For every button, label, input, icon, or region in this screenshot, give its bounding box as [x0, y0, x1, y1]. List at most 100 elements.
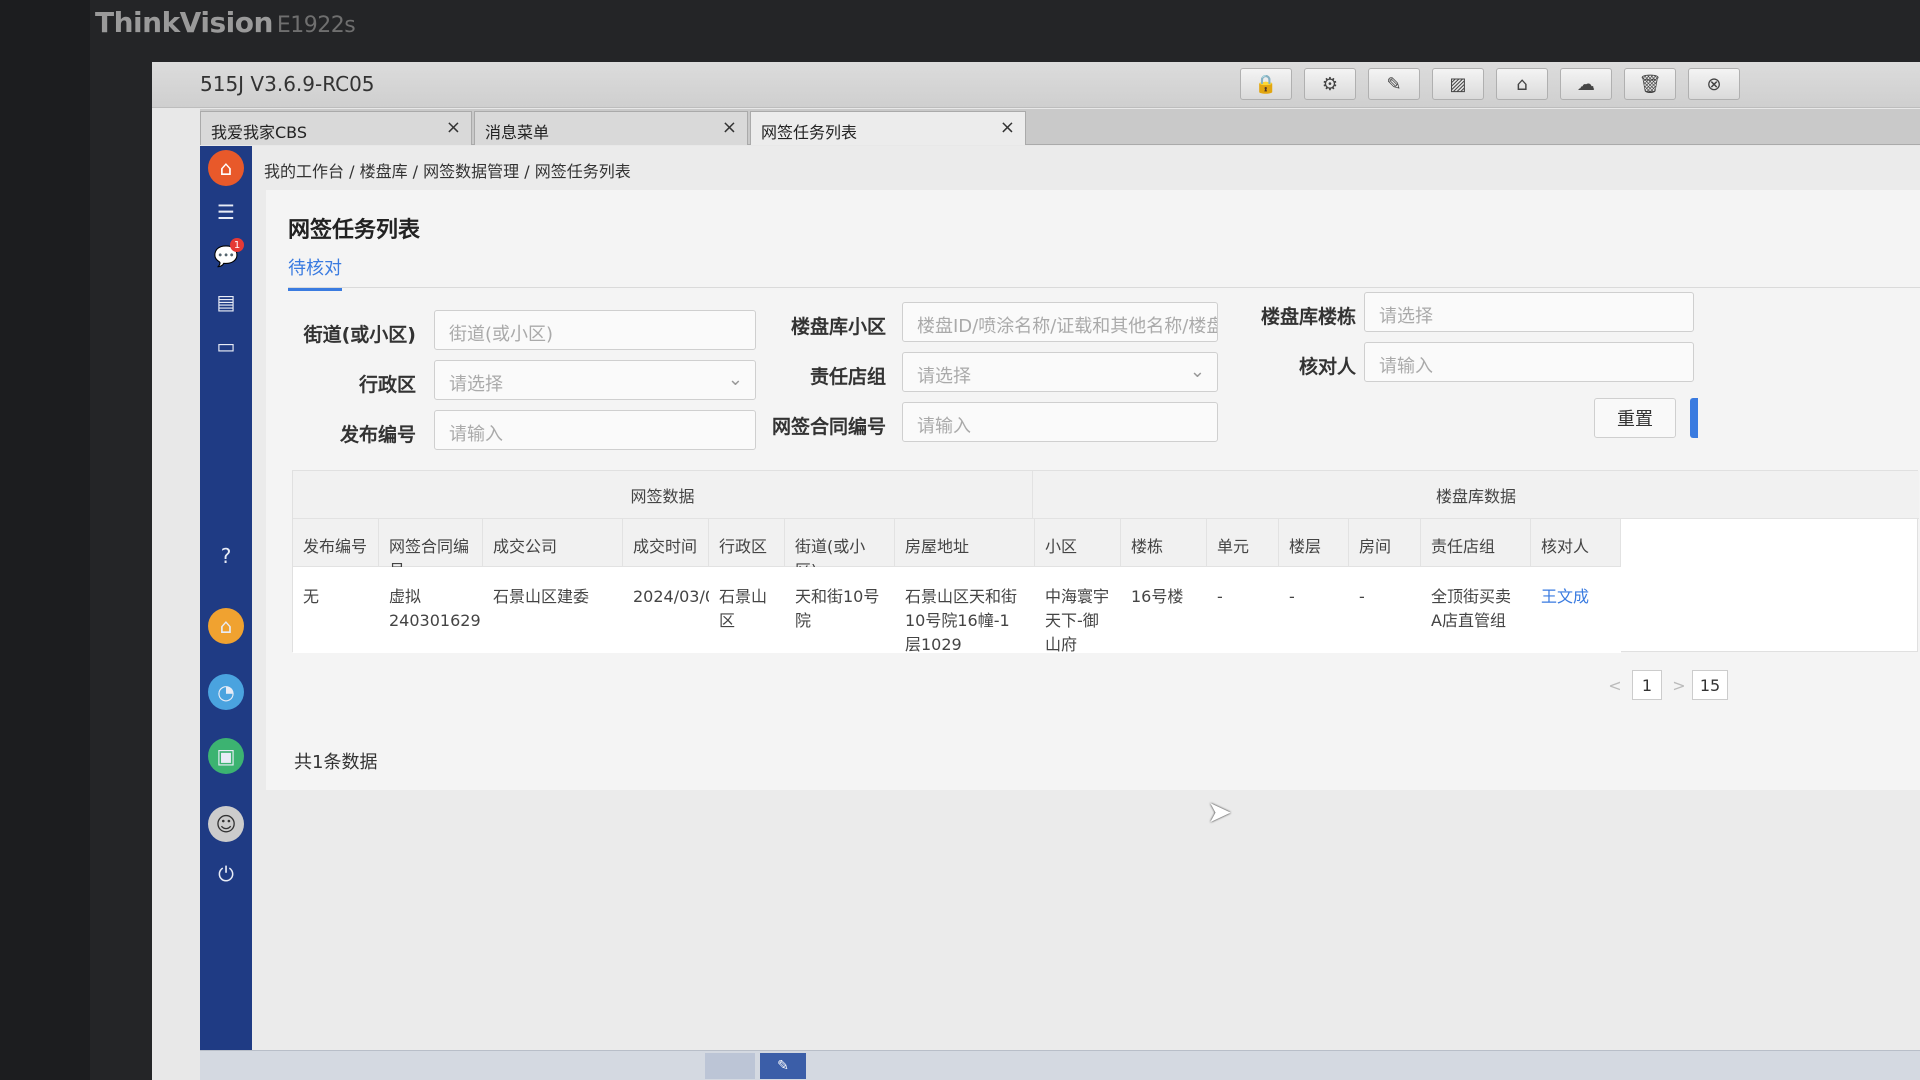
power-icon[interactable]: ⏻: [208, 856, 244, 892]
monitor-brand: ThinkVision E1922s: [95, 6, 356, 39]
window-toolbar: 🔒 ⚙ ✎ ▨ ⌂ ☁ 🗑 ⊗: [1240, 68, 1740, 100]
column-header: 房间: [1349, 519, 1421, 567]
tab-bar: 我爱我家CBS × 消息菜单 × 网签任务列表 ×: [200, 109, 1920, 145]
cloud-icon[interactable]: ☁: [1560, 68, 1612, 100]
avatar-glyph: ☺: [215, 812, 237, 836]
page-title: 网签任务列表: [288, 218, 421, 243]
help-icon[interactable]: ?: [208, 538, 244, 574]
column-header: 街道(或小区): [785, 519, 895, 580]
total-count: 共1条数据: [294, 752, 378, 773]
table-cell: -: [1279, 567, 1349, 653]
breadcrumb: 我的工作台 / 楼盘库 / 网签数据管理 / 网签任务列表: [264, 162, 631, 181]
chevron-down-icon: ⌄: [1189, 361, 1205, 382]
tab-task-list[interactable]: 网签任务列表 ×: [750, 111, 1026, 145]
power-icon-glyph: ⏻: [218, 862, 234, 886]
column-header: 楼层: [1279, 519, 1349, 567]
tab-close-icon[interactable]: ×: [722, 117, 737, 138]
tab-pending-check[interactable]: 待核对: [288, 254, 342, 291]
document-icon[interactable]: ▤: [208, 284, 244, 320]
avatar[interactable]: ☺: [208, 806, 244, 842]
content-panel: 网签任务列表 待核对 街道(或小区) 街道(或小区) 行政区 请选择 ⌄ 发布编号…: [266, 190, 1920, 790]
message-icon[interactable]: 💬 1: [208, 238, 244, 274]
table-cell: 天和街10号院: [785, 567, 895, 653]
contract-label: 网签合同编号: [771, 416, 886, 438]
prev-page-button[interactable]: <: [1600, 670, 1630, 700]
street-label: 街道(或小区): [303, 324, 416, 346]
table-cell: -: [1349, 567, 1421, 653]
monitor-icon-glyph: ▭: [216, 334, 236, 358]
image-icon[interactable]: ▨: [1432, 68, 1484, 100]
screen: 515J V3.6.9-RC05 🔒 ⚙ ✎ ▨ ⌂ ☁ 🗑 ⊗ 我爱我家CBS × 消息菜单 ×…: [152, 62, 1920, 1080]
house-icon-glyph: ⌂: [219, 614, 233, 638]
column-header: 成交时间: [623, 519, 709, 567]
tab-cbs[interactable]: 我爱我家CBS ×: [200, 111, 472, 145]
mouse-cursor-icon: ➤: [1207, 795, 1233, 830]
contract-input[interactable]: 请输入: [902, 402, 1218, 442]
column-header: 核对人: [1531, 519, 1621, 567]
app-icon[interactable]: ▣: [208, 738, 244, 774]
help-icon-glyph: ?: [220, 544, 232, 568]
page-1-button[interactable]: 1: [1632, 670, 1662, 700]
search-button[interactable]: [1690, 398, 1698, 438]
checker-input[interactable]: 请输入: [1364, 342, 1694, 382]
menu-icon-glyph: ☰: [217, 200, 235, 224]
publish-no-label: 发布编号: [339, 424, 416, 446]
sidebar: ⌂ ☰ 💬 1 ▤ ▭? ⌂ ◔ ▣ ☺ ⏻: [200, 146, 252, 1080]
tab-close-icon[interactable]: ×: [1000, 117, 1015, 138]
table-cell[interactable]: 王文成: [1531, 567, 1621, 653]
edit-icon[interactable]: ✎: [1368, 68, 1420, 100]
street-input[interactable]: 街道(或小区): [434, 310, 756, 350]
table-cell: 虚拟240301629: [379, 567, 483, 653]
taskbar-app-icon[interactable]: ✎: [760, 1053, 806, 1079]
store-label: 责任店组: [809, 366, 886, 388]
taskbar-app[interactable]: [705, 1053, 755, 1079]
close-icon[interactable]: ⊗: [1688, 68, 1740, 100]
table-cell: 全顶街买卖A店直管组: [1421, 567, 1531, 653]
page-size-select[interactable]: 15: [1692, 670, 1728, 700]
checker-label: 核对人: [1298, 356, 1356, 378]
divider: [288, 287, 1920, 288]
publish-no-input[interactable]: 请输入: [434, 410, 756, 450]
home-icon-glyph: ⌂: [219, 156, 233, 180]
table-cell: 16号楼: [1121, 567, 1207, 653]
district-select[interactable]: 请选择 ⌄: [434, 360, 756, 400]
table-cell: -: [1207, 567, 1279, 653]
table-cell: 2024/03/06: [623, 567, 725, 653]
app-icon-glyph: ▣: [216, 744, 236, 768]
column-header: 小区: [1035, 519, 1121, 567]
column-header: 房屋地址: [895, 519, 1035, 567]
column-header: 责任店组: [1421, 519, 1531, 567]
tab-messages[interactable]: 消息菜单 ×: [474, 111, 748, 145]
chat-icon[interactable]: ◔: [208, 674, 244, 710]
notification-badge: 1: [230, 238, 244, 252]
column-header: 行政区: [709, 519, 785, 567]
table-cell: 石景山区建委: [483, 567, 623, 653]
store-select[interactable]: 请选择 ⌄: [902, 352, 1218, 392]
community-input[interactable]: 楼盘ID/喷涂名称/证载和其他名称/楼盘首...: [902, 302, 1218, 342]
group-header-building-data: 楼盘库数据: [1033, 471, 1919, 519]
chat-icon-glyph: ◔: [217, 680, 235, 704]
trash-icon[interactable]: 🗑: [1624, 68, 1676, 100]
settings-icon[interactable]: ⚙: [1304, 68, 1356, 100]
home-icon[interactable]: ⌂: [208, 150, 244, 186]
building-select[interactable]: 请选择: [1364, 292, 1694, 332]
column-header: 楼栋: [1121, 519, 1207, 567]
app-title: 515J V3.6.9-RC05: [200, 72, 375, 96]
main-area: 我的工作台 / 楼盘库 / 网签数据管理 / 网签任务列表 网签任务列表 待核对…: [252, 146, 1920, 1080]
table-cell: 中海寰宇天下-御山府: [1035, 567, 1121, 654]
taskbar: ✎: [200, 1050, 1920, 1080]
monitor-icon[interactable]: ▭: [208, 328, 244, 364]
table-cell: 石景山区天和街10号院16幢-1层1029: [895, 567, 1035, 654]
lock-icon[interactable]: 🔒: [1240, 68, 1292, 100]
menu-icon[interactable]: ☰: [208, 194, 244, 230]
column-header: 成交公司: [483, 519, 623, 567]
community-label: 楼盘库小区: [790, 316, 886, 338]
building-label: 楼盘库楼栋: [1260, 306, 1356, 328]
reset-button[interactable]: 重置: [1594, 398, 1676, 438]
home-icon[interactable]: ⌂: [1496, 68, 1548, 100]
next-page-button[interactable]: >: [1664, 670, 1694, 700]
house-icon[interactable]: ⌂: [208, 608, 244, 644]
tab-close-icon[interactable]: ×: [446, 117, 461, 138]
column-header: 发布编号: [293, 519, 379, 567]
title-bar: 515J V3.6.9-RC05 🔒 ⚙ ✎ ▨ ⌂ ☁ 🗑 ⊗: [152, 62, 1920, 108]
